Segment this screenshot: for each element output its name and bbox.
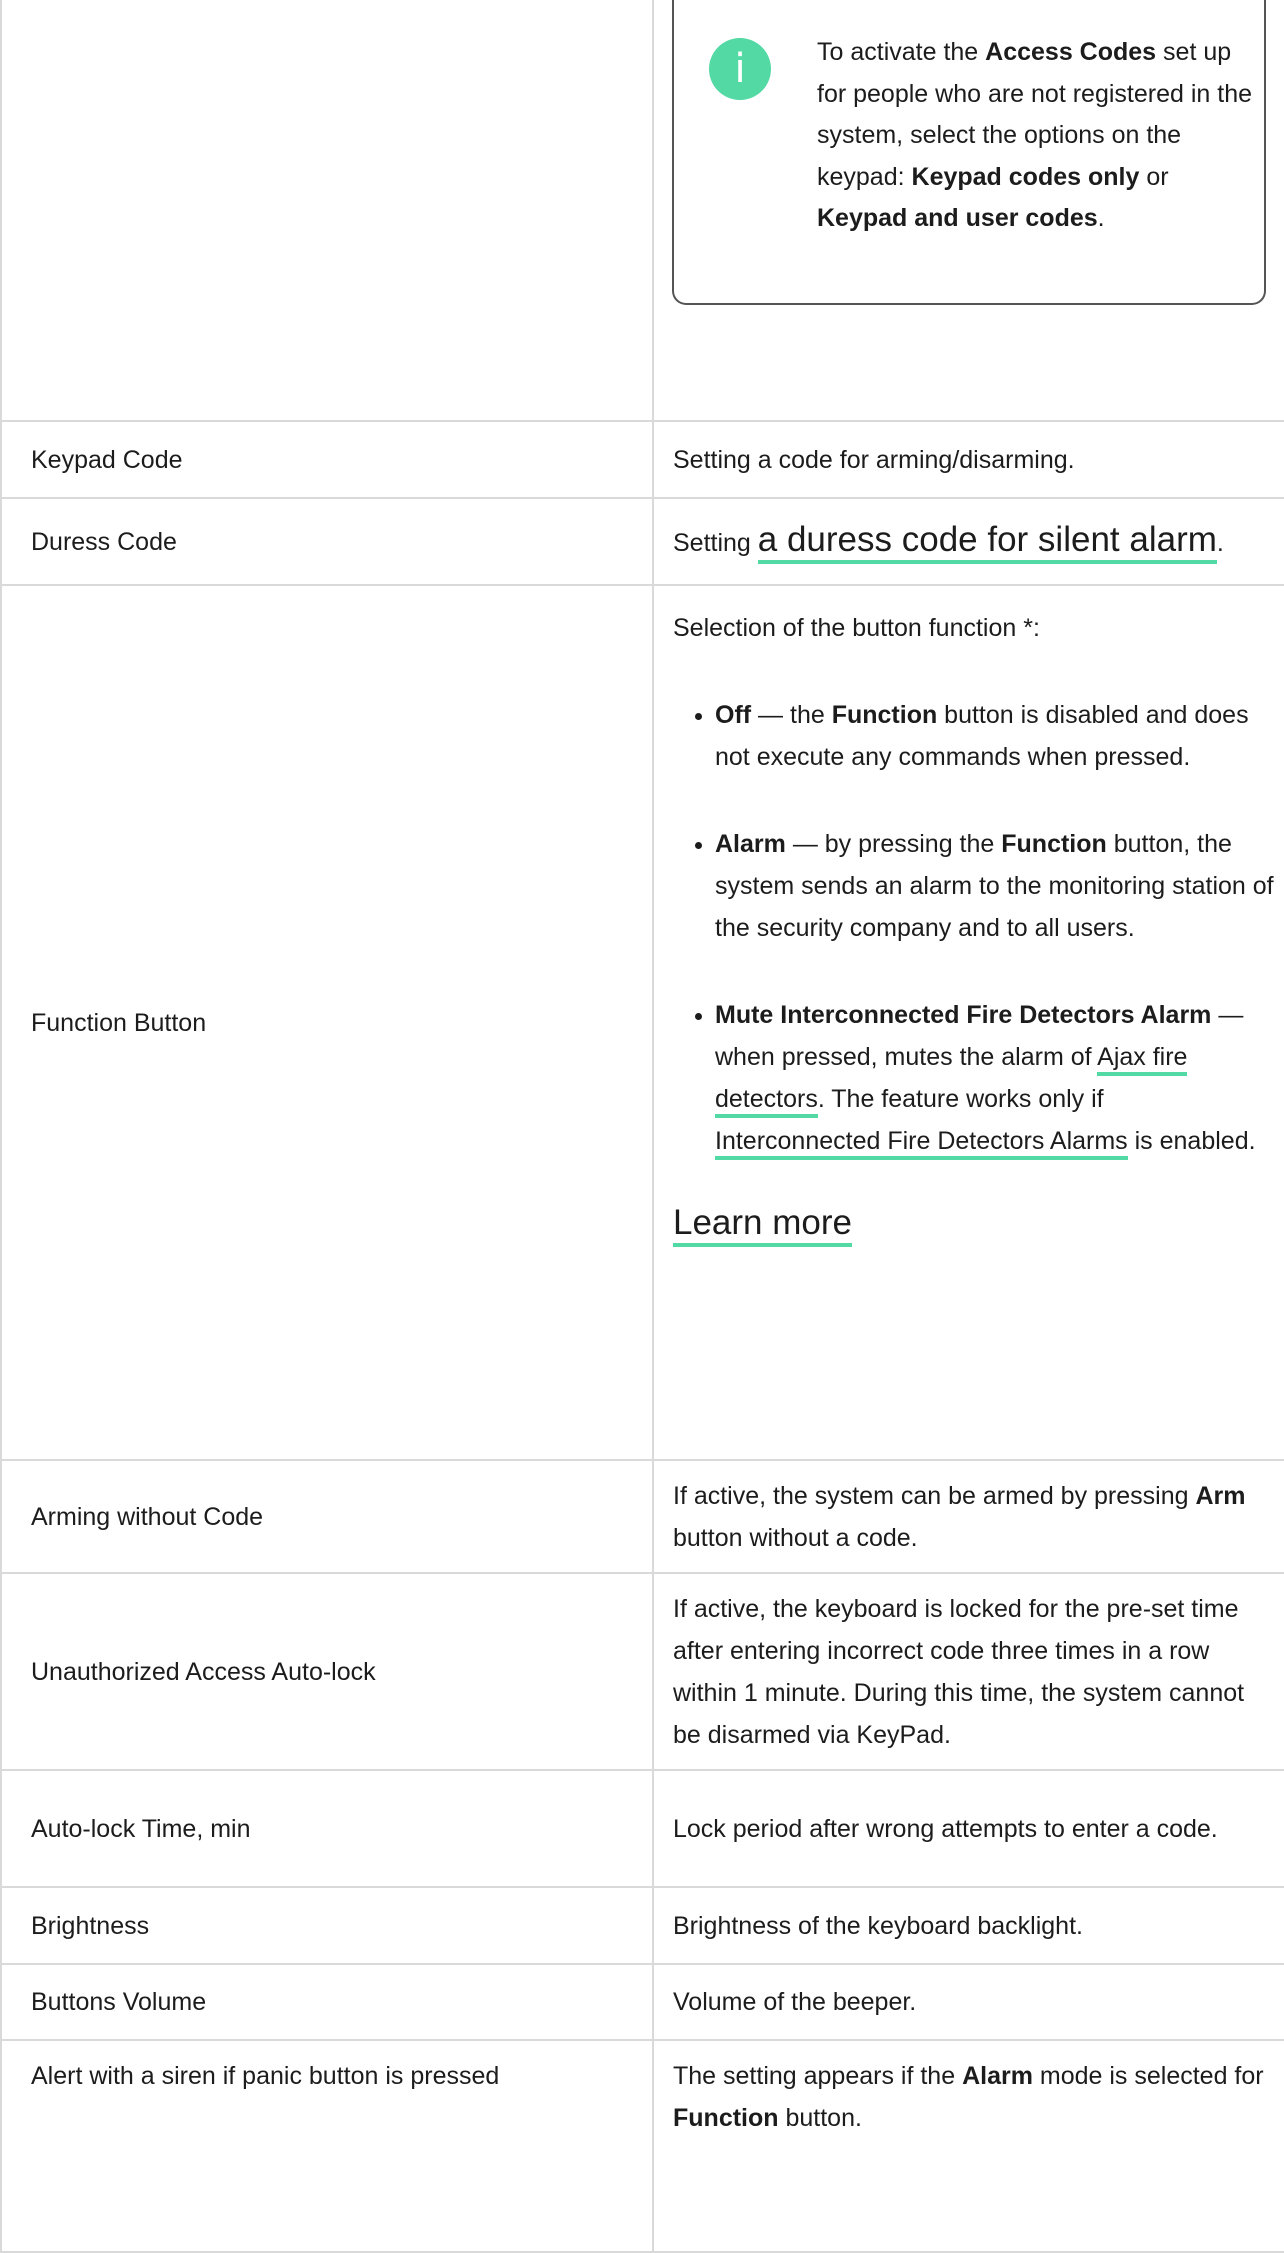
- setting-desc-cell: i To activate the Access Codes set up fo…: [652, 0, 1284, 422]
- setting-name: Arming without Code: [0, 1459, 654, 1574]
- table-row: Auto-lock Time, min Lock period after wr…: [0, 1769, 1284, 1888]
- table-row: Keypad Code Setting a code for arming/di…: [0, 420, 1284, 499]
- setting-desc: If active, the keyboard is locked for th…: [652, 1572, 1284, 1771]
- list-item: Off — the Function button is disabled an…: [715, 694, 1274, 778]
- function-options-list: Off — the Function button is disabled an…: [673, 694, 1274, 1162]
- setting-name: Auto-lock Time, min: [0, 1769, 654, 1888]
- setting-desc: The setting appears if the Alarm mode is…: [652, 2039, 1284, 2253]
- duress-code-link[interactable]: a duress code for silent alarm: [757, 520, 1217, 564]
- setting-name: Brightness: [0, 1886, 654, 1965]
- info-icon: i: [709, 38, 771, 100]
- setting-name: Unauthorized Access Auto-lock: [0, 1572, 654, 1771]
- setting-name: Buttons Volume: [0, 1963, 654, 2041]
- list-item: Alarm — by pressing the Function button,…: [715, 823, 1274, 949]
- table-row: Arming without Code If active, the syste…: [0, 1459, 1284, 1574]
- interconnected-alarms-link[interactable]: Interconnected Fire Detectors Alarms: [715, 1127, 1128, 1160]
- learn-more-link[interactable]: Learn more: [673, 1203, 852, 1247]
- function-intro: Selection of the button function *:: [673, 614, 1040, 642]
- list-item: Mute Interconnected Fire Detectors Alarm…: [715, 994, 1274, 1162]
- settings-table: i To activate the Access Codes set up fo…: [0, 0, 1284, 2253]
- setting-name: Duress Code: [0, 497, 654, 586]
- info-callout: i To activate the Access Codes set up fo…: [672, 0, 1266, 305]
- setting-desc: If active, the system can be armed by pr…: [652, 1459, 1284, 1574]
- setting-name: Function Button: [0, 584, 654, 1461]
- setting-desc: Setting a code for arming/disarming.: [652, 420, 1284, 499]
- setting-desc: Volume of the beeper.: [652, 1963, 1284, 2041]
- setting-name: Keypad Code: [0, 420, 654, 499]
- table-row: i To activate the Access Codes set up fo…: [0, 0, 1284, 422]
- setting-desc: Lock period after wrong attempts to ente…: [652, 1769, 1284, 1888]
- setting-desc: Brightness of the keyboard backlight.: [652, 1886, 1284, 1965]
- table-row: Duress Code Setting a duress code for si…: [0, 497, 1284, 586]
- setting-name-cell: [0, 0, 654, 422]
- table-row: Function Button Selection of the button …: [0, 584, 1284, 1461]
- table-row: Alert with a siren if panic button is pr…: [0, 2039, 1284, 2253]
- table-row: Unauthorized Access Auto-lock If active,…: [0, 1572, 1284, 1771]
- setting-desc: Selection of the button function *: Off …: [652, 584, 1284, 1461]
- setting-name: Alert with a siren if panic button is pr…: [0, 2039, 654, 2253]
- callout-text: To activate the Access Codes set up for …: [817, 38, 1252, 232]
- table-row: Buttons Volume Volume of the beeper.: [0, 1963, 1284, 2041]
- setting-desc: Setting a duress code for silent alarm.: [652, 497, 1284, 586]
- table-row: Brightness Brightness of the keyboard ba…: [0, 1886, 1284, 1965]
